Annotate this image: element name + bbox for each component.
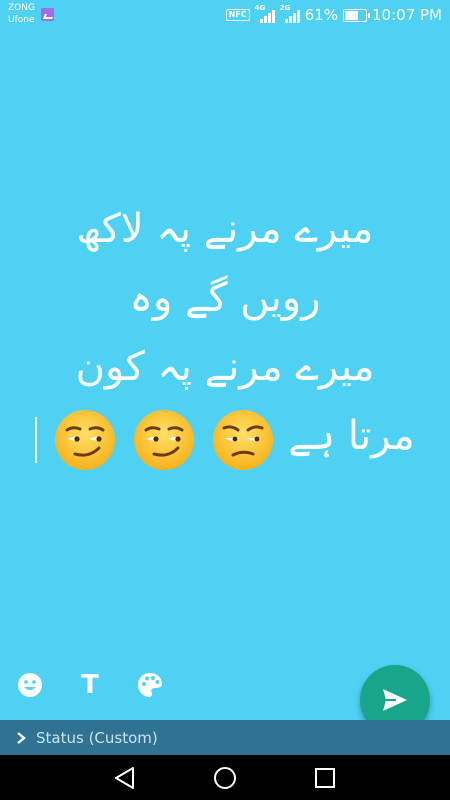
- navigation-bar: [0, 755, 450, 800]
- color-button[interactable]: [133, 668, 167, 702]
- text-line-4: مرتا ہے: [288, 413, 415, 459]
- carrier-2: Ufone: [8, 15, 35, 25]
- text-line-4-with-emojis: مرتا ہے: [10, 402, 440, 473]
- system-indicators: NFC 4G 2G 61% 10:07 PM: [225, 4, 442, 25]
- emoji-button[interactable]: [13, 668, 47, 702]
- smiley-icon: [18, 673, 42, 697]
- unamused-face-icon: [212, 409, 273, 470]
- clock: 10:07 PM: [372, 6, 442, 24]
- signal-4g-icon: 4G: [255, 4, 275, 23]
- text-icon: T: [81, 670, 99, 700]
- status-privacy-label: Status (Custom): [36, 728, 158, 747]
- home-button[interactable]: [211, 764, 239, 792]
- smirking-face-icon: [55, 409, 116, 470]
- chevron-right-icon: [16, 731, 26, 745]
- text-cursor: [35, 416, 38, 463]
- text-line-1: میرے مرنے پہ لاکھ: [76, 206, 374, 252]
- status-privacy-bar[interactable]: Status (Custom): [0, 720, 450, 755]
- status-bar: ZONG Ufone NFC 4G 2G 61% 10:07 PM: [0, 0, 450, 30]
- battery-icon: [343, 8, 371, 22]
- status-text-input[interactable]: میرے مرنے پہ لاکھ رویں گے وہ میرے مرنے پ…: [10, 195, 440, 473]
- recent-apps-button[interactable]: [311, 764, 339, 792]
- text-line-3: میرے مرنے پہ کون: [75, 344, 375, 390]
- home-circle-icon: [214, 767, 236, 789]
- carrier-1: ZONG: [8, 3, 35, 13]
- battery-percent: 61%: [304, 6, 339, 24]
- back-button[interactable]: [111, 764, 139, 792]
- emoji-group: [35, 404, 275, 473]
- carrier-labels: ZONG Ufone: [8, 2, 35, 26]
- smirking-face-icon: [133, 409, 194, 470]
- text-style-button[interactable]: T: [73, 668, 107, 702]
- send-icon: [383, 689, 407, 711]
- signal-2g-icon: 2G: [280, 4, 300, 23]
- gallery-notification-icon: [41, 8, 54, 21]
- back-triangle-icon: [115, 767, 134, 789]
- recent-square-icon: [315, 768, 335, 788]
- nfc-icon: NFC: [225, 9, 250, 21]
- palette-icon: [138, 673, 162, 697]
- text-line-2: رویں گے وہ: [129, 275, 321, 321]
